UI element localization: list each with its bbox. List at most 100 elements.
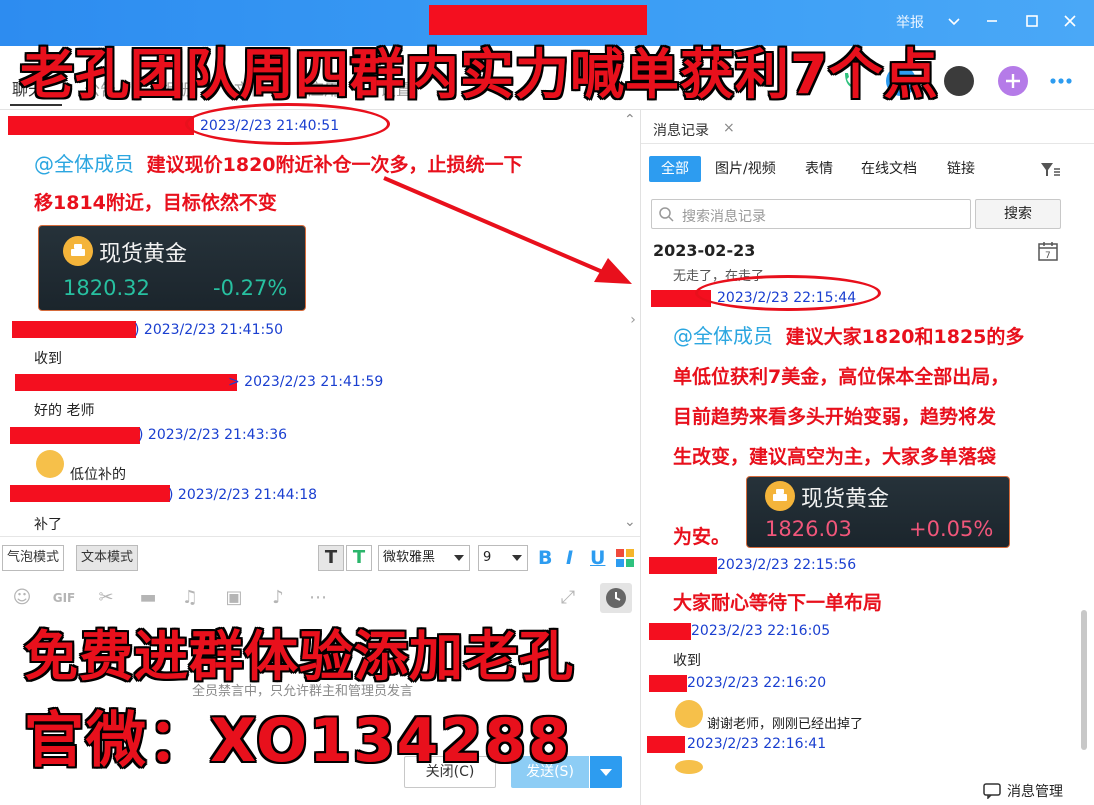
message-callout: @全体成员 建议大家1820和1825的多 (673, 320, 1024, 349)
more-icon[interactable] (1046, 66, 1076, 96)
text-color-icon[interactable]: T (346, 545, 372, 571)
filter-media[interactable]: 图片/视频 (715, 156, 776, 182)
chevron-down-icon (454, 555, 464, 561)
search-input[interactable]: 搜索消息记录 (651, 199, 971, 229)
bold-icon[interactable]: B (538, 547, 552, 569)
search-placeholder: 搜索消息记录 (682, 209, 766, 225)
underline-icon[interactable]: U (590, 547, 605, 569)
callout-line-3-wrap: 目前趋势来看多头开始变弱，趋势将发 (673, 402, 996, 429)
annotation-ellipse (185, 103, 390, 145)
redacted-sender (8, 116, 194, 135)
scissors-icon[interactable]: ✂ (94, 587, 118, 609)
emoji-icon[interactable]: ☺ (10, 587, 34, 609)
gold-card-title: 现货黄金 (801, 487, 890, 512)
message-manage-button[interactable]: 消息管理 (1007, 781, 1063, 801)
message-timestamp: 2023/2/23 22:16:20 (687, 675, 827, 691)
filter-stickers[interactable]: 表情 (805, 156, 833, 182)
history-clock-icon[interactable] (600, 583, 632, 613)
filter-links[interactable]: 链接 (947, 156, 975, 182)
message-text: 谢谢老师，刚刚已经出掉了 (707, 717, 864, 732)
close-icon[interactable] (1058, 9, 1082, 33)
history-footer: 消息管理 (641, 773, 1094, 805)
ok-hand-emoji-icon (675, 760, 703, 774)
message-text: 低位补的 (70, 467, 126, 483)
callout-line-4-wrap: 生改变，建议高空为主，大家多单落袋 (673, 442, 996, 469)
bubble-mode-button[interactable]: 气泡模式 (2, 545, 65, 571)
font-select-value: 微软雅黑 (383, 550, 436, 565)
mention-all[interactable]: @全体成员 (673, 324, 773, 348)
filter-icon[interactable] (1039, 160, 1061, 180)
text-mode-button[interactable]: 文本模式 (76, 545, 139, 571)
italic-icon[interactable]: I (566, 547, 573, 569)
svg-text:7: 7 (1045, 251, 1051, 261)
screen-share-icon[interactable] (944, 66, 974, 96)
filter-all[interactable]: 全部 (649, 156, 701, 182)
message-callout-cont: 移1814附近，目标依然不变 (34, 188, 277, 215)
redacted-sender (647, 736, 685, 753)
redacted-sender (10, 427, 140, 444)
collapse-panel-icon[interactable]: › (626, 290, 640, 350)
callout-line-2: 移1814附近，目标依然不变 (34, 192, 277, 214)
chevron-down-icon (512, 555, 522, 561)
promo-banner-top: 老孔团队周四群内实力喊单获利7个点 (19, 42, 939, 107)
gold-quote-card[interactable]: 现货黄金 1826.03 +0.05% (746, 476, 1010, 548)
callout-line-4: 生改变，建议高空为主，大家多单落袋 (673, 446, 997, 468)
compose-toolbar: 气泡模式 文本模式 T T 微软雅黑 9 B I U ☺ GIF ✂ ▬ ♫ ▣… (0, 536, 640, 614)
music-icon[interactable]: ♫ (178, 587, 202, 609)
maximize-icon[interactable] (1020, 9, 1044, 33)
tab-divider (641, 143, 1094, 144)
redacted-sender (649, 557, 717, 574)
calendar-icon[interactable]: 7 (1037, 240, 1059, 262)
history-tab-title[interactable]: 消息记录 (653, 120, 709, 140)
bell-icon[interactable]: ♪ (266, 587, 290, 609)
callout-line-2: 单低位获利7美金，高位保本全部出局， (673, 366, 1010, 388)
font-size-value: 9 (483, 550, 492, 565)
scroll-up-icon[interactable]: ⌃ (624, 112, 636, 128)
message-manage-icon (983, 783, 1001, 799)
callout-line-3: 目前趋势来看多头开始变弱，趋势将发 (673, 406, 997, 428)
promo-banner-bottom: 官微：XO134288 (23, 705, 572, 777)
minimize-icon[interactable] (980, 9, 1004, 33)
scroll-down-icon[interactable]: ⌄ (624, 514, 636, 530)
chevron-down-icon[interactable] (942, 9, 966, 33)
message-timestamp: 2023/2/23 22:16:05 (691, 623, 831, 639)
date-header: 2023-02-23 (653, 241, 756, 260)
gold-card-title: 现货黄金 (99, 242, 188, 267)
redacted-sender (15, 374, 237, 391)
folder-icon[interactable]: ▬ (136, 587, 160, 609)
filter-docs[interactable]: 在线文档 (861, 156, 917, 182)
text-style-icon[interactable]: T (318, 545, 344, 571)
image-icon[interactable]: ▣ (222, 587, 246, 609)
search-icon (659, 207, 674, 222)
smile-emoji-icon (675, 700, 703, 728)
message-callout: 大家耐心等待下一单布局 (673, 588, 882, 615)
gold-card-price: 1826.03 (765, 517, 852, 541)
gif-icon[interactable]: GIF (52, 587, 76, 609)
more-tools-icon[interactable]: ⋯ (306, 587, 330, 609)
ok-hand-emoji-icon (36, 450, 64, 478)
add-member-icon[interactable] (998, 66, 1028, 96)
message-history-panel: 消息记录 × 全部 图片/视频 表情 在线文档 链接 搜索消息记录 搜索 202… (641, 110, 1094, 805)
message-timestamp: ) 2023/2/23 21:44:18 (168, 487, 318, 503)
callout-text: 大家耐心等待下一单布局 (673, 592, 883, 614)
font-select[interactable]: 微软雅黑 (378, 545, 470, 571)
color-palette-icon[interactable] (616, 549, 634, 567)
close-tab-icon[interactable]: × (723, 120, 735, 136)
promo-banner-middle: 免费进群体验添加老孔 (23, 624, 574, 689)
history-scrollbar[interactable] (1081, 610, 1087, 750)
redacted-sender (649, 675, 687, 692)
gold-bar-icon (765, 481, 795, 511)
message-timestamp: ) 2023/2/23 21:41:50 (134, 322, 284, 338)
annotation-arrow (383, 176, 632, 284)
annotation-ellipse (695, 275, 881, 311)
expand-icon[interactable]: ⤢ (556, 587, 580, 609)
gold-quote-card[interactable]: 现货黄金 1820.32 -0.27% (38, 225, 306, 311)
mention-all[interactable]: @全体成员 (34, 152, 134, 176)
gold-card-change: -0.27% (213, 276, 288, 300)
message-timestamp: > 2023/2/23 21:41:59 (228, 374, 384, 390)
report-link[interactable]: 举报 (896, 12, 924, 32)
search-button[interactable]: 搜索 (975, 199, 1061, 229)
send-options-dropdown[interactable] (590, 756, 622, 788)
redacted-sender (649, 623, 691, 640)
font-size-select[interactable]: 9 (478, 545, 528, 571)
